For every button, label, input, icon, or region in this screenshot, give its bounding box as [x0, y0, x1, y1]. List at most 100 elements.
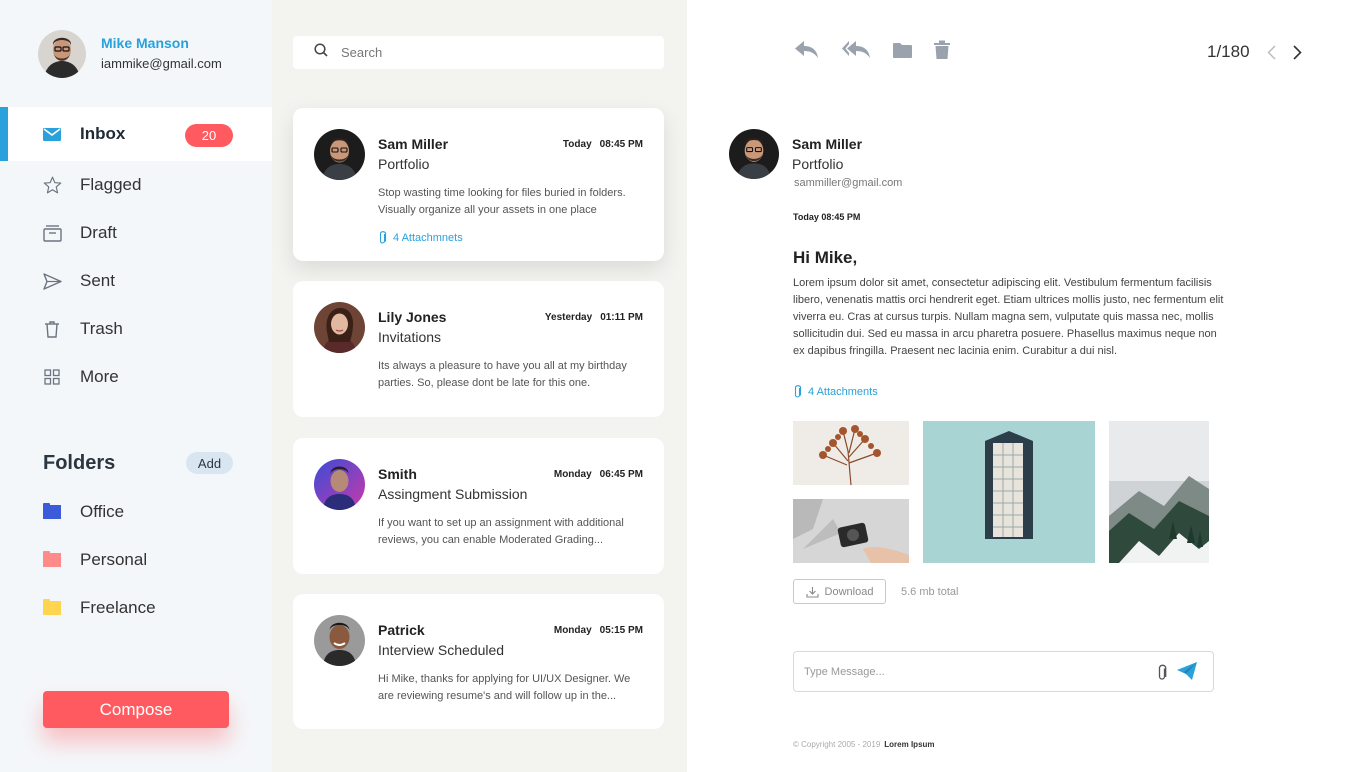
message-day: Monday	[553, 469, 592, 480]
sender-name: Lily Jones	[378, 309, 447, 325]
attachments-total-size: 5.6 mb total	[901, 586, 959, 598]
folder-icon	[43, 599, 61, 615]
folder-label: Office	[80, 502, 125, 521]
message-subject: Invitations	[378, 329, 442, 345]
reply-icon[interactable]	[794, 40, 819, 59]
message-list-pane: Sam Miller Portfolio Today 08:45 PM Stop …	[272, 0, 687, 772]
user-profile[interactable]: Mike Manson iammike@gmail.com	[38, 30, 222, 78]
nav-label: Inbox	[80, 124, 126, 143]
nav-label: Draft	[80, 223, 117, 242]
pagination: 1/180	[1207, 40, 1306, 64]
attachment-thumbnail-mountains[interactable]	[1109, 421, 1209, 563]
sender-avatar	[314, 129, 365, 180]
message-date: Yesterday 01:11 PM	[545, 312, 643, 323]
nav-item-sent[interactable]: Sent	[0, 257, 272, 305]
message-card[interactable]: Patrick Interview Scheduled Monday 05:15 …	[293, 594, 664, 729]
mail-icon	[42, 124, 62, 144]
page-counter: 1/180	[1207, 42, 1250, 61]
attachment-thumbnail-building[interactable]	[923, 421, 1095, 563]
message-date: Monday 06:45 PM	[554, 469, 643, 480]
sidebar: Mike Manson iammike@gmail.com Inbox 20 F…	[0, 0, 272, 772]
unread-count-badge: 20	[185, 124, 233, 147]
sender-name: Patrick	[378, 622, 425, 638]
folder-move-icon[interactable]	[893, 42, 912, 58]
reply-all-icon[interactable]	[841, 40, 871, 59]
delete-icon[interactable]	[934, 40, 950, 59]
footer: © Copyright 2005 - 2019 Lorem Ipsum	[793, 740, 935, 749]
folders-header: Folders Add	[43, 450, 233, 476]
sender-avatar	[314, 615, 365, 666]
nav-item-flagged[interactable]: Flagged	[0, 161, 272, 209]
draft-box-icon	[42, 223, 62, 243]
folder-item-personal[interactable]: Personal	[0, 536, 272, 584]
folder-icon	[43, 503, 61, 519]
message-day: Today	[562, 139, 592, 150]
previous-icon[interactable]	[1264, 40, 1280, 64]
message-subject: Portfolio	[792, 156, 844, 172]
attachments-count: 4 Attachmnets	[393, 231, 463, 244]
user-email: iammike@gmail.com	[101, 56, 222, 71]
message-body: Lorem ipsum dolor sit amet, consectetur …	[793, 277, 1224, 357]
paperclip-icon	[794, 385, 802, 398]
sender-avatar	[314, 459, 365, 510]
reply-composer	[793, 651, 1214, 692]
copyright-text: © Copyright 2005 - 2019	[793, 740, 881, 749]
attachments-link[interactable]: 4 Attachmnets	[378, 230, 463, 245]
folder-label: Freelance	[80, 598, 156, 617]
add-folder-button[interactable]: Add	[186, 452, 233, 474]
search-input[interactable]	[341, 45, 641, 60]
nav-label: Sent	[80, 271, 115, 290]
sender-name: Sam Miller	[792, 136, 863, 152]
compose-button[interactable]: Compose	[43, 691, 229, 728]
download-button[interactable]: Download	[793, 579, 886, 604]
attachment-thumbnail-camera[interactable]	[793, 499, 909, 563]
nav-label: Flagged	[80, 175, 142, 194]
message-preview: Hi Mike, thanks for applying for UI/UX D…	[378, 673, 631, 702]
user-name: Mike Manson	[101, 35, 189, 51]
paperclip-icon	[379, 231, 387, 244]
nav-item-trash[interactable]: Trash	[0, 305, 272, 353]
message-time: 01:11 PM	[600, 312, 643, 323]
sender-email: sammiller@gmail.com	[794, 177, 903, 189]
folder-item-office[interactable]: Office	[0, 488, 272, 536]
message-subject: Portfolio	[378, 156, 430, 172]
message-preview: Its always a pleasure to have you all at…	[378, 360, 627, 389]
next-icon[interactable]	[1290, 40, 1306, 64]
attachments-link[interactable]: 4 Attachments	[793, 384, 878, 399]
message-subject: Interview Scheduled	[378, 642, 505, 658]
message-greeting: Hi Mike,	[793, 248, 858, 267]
folders-title: Folders	[43, 451, 116, 474]
send-message-icon[interactable]	[1177, 662, 1197, 685]
sender-header: Sam Miller Portfolio sammiller@gmail.com	[729, 129, 902, 192]
message-card[interactable]: Lily Jones Invitations Yesterday 01:11 PM…	[293, 281, 664, 417]
message-preview: Stop wasting time looking for files buri…	[378, 187, 626, 216]
download-icon	[805, 586, 819, 598]
trash-icon	[42, 319, 62, 339]
message-time: 06:45 PM	[599, 469, 643, 480]
mail-nav: Inbox 20 Flagged Draft Sent Trash More	[0, 107, 272, 401]
folder-item-freelance[interactable]: Freelance	[0, 584, 272, 632]
message-card[interactable]: Sam Miller Portfolio Today 08:45 PM Stop …	[293, 108, 664, 261]
message-day: Yesterday	[544, 312, 593, 323]
folder-label: Personal	[80, 550, 148, 569]
nav-item-more[interactable]: More	[0, 353, 272, 401]
message-card[interactable]: Smith Assingment Submission Monday 06:45 …	[293, 438, 664, 574]
user-avatar[interactable]	[38, 30, 86, 78]
nav-label: More	[80, 367, 119, 386]
search-icon	[314, 43, 328, 62]
message-input[interactable]	[804, 665, 1134, 678]
attach-file-icon[interactable]	[1157, 664, 1167, 686]
sender-name: Smith	[378, 466, 417, 482]
message-day: Monday	[553, 625, 592, 636]
message-date: Today 08:45 PM	[563, 139, 643, 150]
attachments-count: 4 Attachments	[808, 385, 878, 398]
nav-item-draft[interactable]: Draft	[0, 209, 272, 257]
attachment-thumbnail-dried-flowers[interactable]	[793, 421, 909, 485]
message-time: 05:15 PM	[599, 625, 643, 636]
star-icon	[42, 175, 62, 195]
sender-avatar	[314, 302, 365, 353]
nav-label: Trash	[80, 319, 123, 338]
nav-item-inbox[interactable]: Inbox 20	[0, 107, 272, 161]
message-time: 08:45 PM	[599, 139, 643, 150]
message-date: Today 08:45 PM	[793, 212, 861, 222]
